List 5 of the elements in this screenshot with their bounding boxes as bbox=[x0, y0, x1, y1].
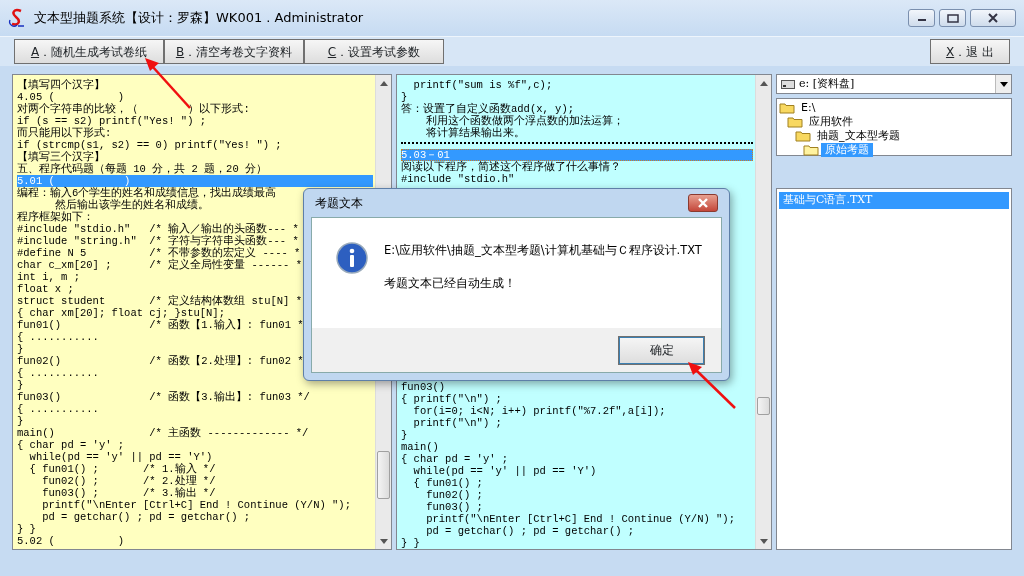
drive-value: e: [资料盘] bbox=[799, 75, 856, 92]
file-path-text: E:\应用软件\抽题_文本型考题\计算机基础与Ｃ程序设计.TXT bbox=[384, 242, 702, 259]
dialog-message: 考题文本已经自动生成！ bbox=[384, 275, 517, 293]
dialog-title: 考题文本 bbox=[315, 195, 363, 212]
window-title: 文本型抽题系统【设计：罗森】WK001 . Administrator bbox=[34, 9, 364, 28]
